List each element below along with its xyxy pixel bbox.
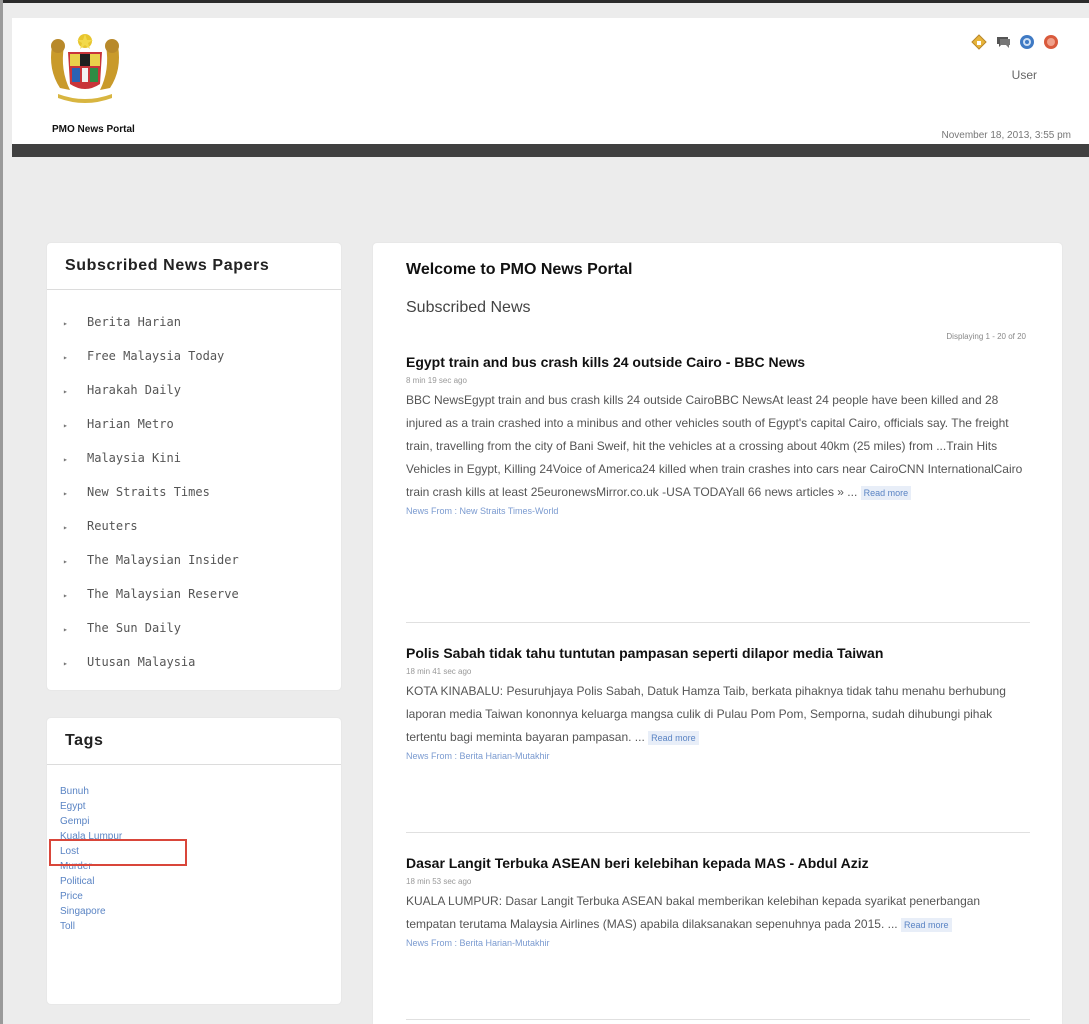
main-content: Welcome to PMO News Portal Subscribed Ne… — [373, 243, 1062, 1024]
paper-item-new-straits-times[interactable]: ▸ New Straits Times — [47, 475, 341, 509]
paper-label: Malaysia Kini — [87, 451, 181, 465]
bullet-icon: ▸ — [63, 523, 68, 532]
news-article: Polis Sabah tidak tahu tuntutan pampasan… — [406, 644, 1030, 761]
paper-item-the-sun-daily[interactable]: ▸ The Sun Daily — [47, 611, 341, 645]
bullet-icon: ▸ — [63, 625, 68, 634]
user-menu[interactable]: User — [1012, 68, 1037, 82]
tag-link[interactable]: Singapore — [60, 904, 341, 919]
article-time: 8 min 19 sec ago — [406, 376, 467, 385]
bullet-icon: ▸ — [63, 421, 68, 430]
read-more-link[interactable]: Read more — [900, 918, 952, 932]
chat-icon[interactable] — [995, 34, 1011, 50]
bullet-icon: ▸ — [63, 319, 68, 328]
tag-link[interactable]: Gempi — [60, 814, 341, 829]
home-icon[interactable] — [971, 34, 987, 50]
article-summary: KOTA KINABALU: Pesuruhjaya Polis Sabah, … — [406, 680, 1030, 749]
tag-link[interactable]: Bunuh — [60, 784, 341, 799]
pagination-count: Displaying 1 - 20 of 20 — [946, 332, 1026, 341]
article-title[interactable]: Polis Sabah tidak tahu tuntutan pampasan… — [406, 644, 1030, 662]
bullet-icon: ▸ — [63, 353, 68, 362]
logout-icon[interactable] — [1043, 34, 1059, 50]
news-article: Egypt train and bus crash kills 24 outsi… — [406, 353, 1030, 516]
current-date: November 18, 2013, 3:55 pm — [941, 130, 1071, 141]
bullet-icon: ▸ — [63, 387, 68, 396]
left-border — [0, 0, 3, 1024]
article-body-text: KOTA KINABALU: Pesuruhjaya Polis Sabah, … — [406, 684, 1006, 744]
paper-label: Harakah Daily — [87, 383, 181, 397]
paper-item-reuters[interactable]: ▸ Reuters — [47, 509, 341, 543]
article-title[interactable]: Dasar Langit Terbuka ASEAN beri kelebiha… — [406, 854, 1030, 872]
news-article: Dasar Langit Terbuka ASEAN beri kelebiha… — [406, 854, 1030, 948]
bullet-icon: ▸ — [63, 455, 68, 464]
paper-label: The Malaysian Reserve — [87, 587, 239, 601]
read-more-link[interactable]: Read more — [860, 486, 912, 500]
papers-title: Subscribed News Papers — [47, 243, 341, 290]
article-summary: BBC NewsEgypt train and bus crash kills … — [406, 389, 1030, 504]
tags-title: Tags — [47, 718, 341, 765]
paper-list: ▸ Berita Harian ▸ Free Malaysia Today ▸ Har… — [47, 290, 341, 679]
help-icon[interactable] — [1019, 34, 1035, 50]
section-subtitle: Subscribed News — [406, 299, 531, 316]
article-body-text: KUALA LUMPUR: Dasar Langit Terbuka ASEAN… — [406, 894, 981, 931]
header-icons — [971, 34, 1059, 50]
bullet-icon: ▸ — [63, 659, 68, 668]
article-divider — [406, 622, 1030, 623]
tag-highlight-box — [49, 839, 187, 866]
article-summary: KUALA LUMPUR: Dasar Langit Terbuka ASEAN… — [406, 890, 1030, 936]
paper-item-harian-metro[interactable]: ▸ Harian Metro — [47, 407, 341, 441]
bullet-icon: ▸ — [63, 591, 68, 600]
bullet-icon: ▸ — [63, 489, 68, 498]
paper-label: New Straits Times — [87, 485, 210, 499]
article-divider — [406, 832, 1030, 833]
paper-label: Reuters — [87, 519, 138, 533]
bullet-icon: ▸ — [63, 557, 68, 566]
paper-label: Utusan Malaysia — [87, 655, 196, 669]
article-source[interactable]: News From : New Straits Times-World — [406, 506, 1030, 516]
tag-link[interactable]: Political — [60, 874, 341, 889]
paper-item-berita-harian[interactable]: ▸ Berita Harian — [47, 305, 341, 339]
coat-of-arms-logo — [51, 34, 119, 103]
paper-label: The Sun Daily — [87, 621, 181, 635]
page-title: Welcome to PMO News Portal — [406, 261, 633, 278]
paper-item-malaysia-kini[interactable]: ▸ Malaysia Kini — [47, 441, 341, 475]
paper-item-utusan-malaysia[interactable]: ▸ Utusan Malaysia — [47, 645, 341, 679]
article-time: 18 min 53 sec ago — [406, 877, 472, 886]
paper-item-the-malaysian-insider[interactable]: ▸ The Malaysian Insider — [47, 543, 341, 577]
paper-label: Berita Harian — [87, 315, 181, 329]
tag-link[interactable]: Toll — [60, 919, 341, 934]
tags-panel: Tags Bunuh Egypt Gempi Kuala Lumpur Lost… — [47, 718, 341, 1004]
paper-label: The Malaysian Insider — [87, 553, 239, 567]
tag-link[interactable]: Egypt — [60, 799, 341, 814]
page-header: PMO News Portal User November 18, 2013, … — [12, 18, 1089, 144]
article-body-text: BBC NewsEgypt train and bus crash kills … — [406, 393, 1023, 499]
tag-link[interactable]: Price — [60, 889, 341, 904]
paper-item-the-malaysian-reserve[interactable]: ▸ The Malaysian Reserve — [47, 577, 341, 611]
site-name: PMO News Portal — [52, 124, 135, 135]
article-source[interactable]: News From : Berita Harian-Mutakhir — [406, 751, 1030, 761]
subscribed-papers-panel: Subscribed News Papers ▸ Berita Harian ▸ F… — [47, 243, 341, 690]
top-border — [0, 0, 1089, 3]
paper-label: Harian Metro — [87, 417, 174, 431]
read-more-link[interactable]: Read more — [648, 731, 699, 745]
paper-item-free-malaysia-today[interactable]: ▸ Free Malaysia Today — [47, 339, 341, 373]
article-divider — [406, 1019, 1030, 1020]
article-title[interactable]: Egypt train and bus crash kills 24 outsi… — [406, 353, 1030, 371]
header-bar — [12, 144, 1089, 157]
article-source[interactable]: News From : Berita Harian-Mutakhir — [406, 938, 1030, 948]
paper-label: Free Malaysia Today — [87, 349, 225, 363]
paper-item-harakah-daily[interactable]: ▸ Harakah Daily — [47, 373, 341, 407]
article-time: 18 min 41 sec ago — [406, 667, 472, 676]
